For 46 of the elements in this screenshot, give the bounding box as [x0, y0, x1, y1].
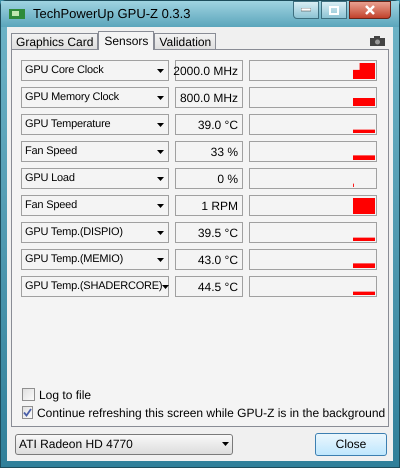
- sensor-dropdown[interactable]: Fan Speed: [21, 195, 169, 216]
- sensor-value: 800.0 MHz: [175, 87, 243, 108]
- sensor-value: 2000.0 MHz: [175, 60, 243, 81]
- close-button[interactable]: Close: [315, 432, 387, 456]
- sensor-dropdown[interactable]: GPU Temp.(MEMIO): [21, 249, 169, 270]
- dropdown-arrow-icon: [157, 96, 164, 100]
- sensor-dropdown[interactable]: Fan Speed: [21, 141, 169, 162]
- camera-icon[interactable]: [370, 36, 385, 46]
- sensor-dropdown[interactable]: GPU Core Clock: [21, 60, 169, 81]
- window-title: TechPowerUp GPU-Z 0.3.3: [33, 5, 191, 24]
- close-icon: [365, 5, 375, 15]
- dropdown-arrow-icon: [157, 150, 164, 154]
- dropdown-arrow-icon: [157, 122, 164, 126]
- checkbox[interactable]: [22, 406, 33, 419]
- sensor-value: 0 %: [175, 168, 243, 189]
- sensor-value: 33 %: [175, 141, 243, 162]
- tab[interactable]: Sensors: [98, 31, 154, 50]
- sensor-value: 43.0 °C: [175, 249, 243, 270]
- sensor-dropdown[interactable]: GPU Memory Clock: [21, 87, 169, 108]
- checkbox[interactable]: [22, 388, 35, 401]
- sensor-dropdown[interactable]: GPU Load: [21, 168, 169, 189]
- sensor-value: 44.5 °C: [175, 276, 243, 297]
- dropdown-arrow-icon: [222, 442, 229, 446]
- dropdown-arrow-icon: [157, 258, 164, 262]
- tab[interactable]: Validation: [154, 33, 216, 49]
- minimize-icon: [301, 8, 311, 12]
- maximize-button[interactable]: [321, 1, 347, 19]
- dropdown-arrow-icon: [157, 204, 164, 208]
- tab[interactable]: Graphics Card: [11, 33, 98, 49]
- dropdown-arrow-icon: [157, 176, 164, 180]
- checkbox-label: Log to file: [39, 386, 92, 404]
- maximize-icon: [329, 6, 339, 14]
- sensor-value: 39.5 °C: [175, 222, 243, 243]
- minimize-button[interactable]: [293, 1, 319, 19]
- dropdown-arrow-icon: [157, 230, 164, 234]
- dropdown-arrow-icon: [162, 284, 170, 288]
- sensor-value: 1 RPM: [175, 195, 243, 216]
- close-window-button[interactable]: [349, 1, 391, 19]
- sensor-dropdown[interactable]: GPU Temp.(DISPIO): [21, 222, 169, 243]
- dropdown-arrow-icon: [157, 68, 164, 72]
- app-icon: [9, 8, 25, 20]
- sensor-value: 39.0 °C: [175, 114, 243, 135]
- gpu-dropdown[interactable]: ATI Radeon HD 4770: [15, 434, 233, 454]
- checkbox-label: Continue refreshing this screen while GPU-Z is in the background: [37, 404, 386, 422]
- sensor-dropdown[interactable]: GPU Temperature: [21, 114, 169, 135]
- sensor-dropdown[interactable]: GPU Temp.(SHADERCORE): [21, 276, 169, 297]
